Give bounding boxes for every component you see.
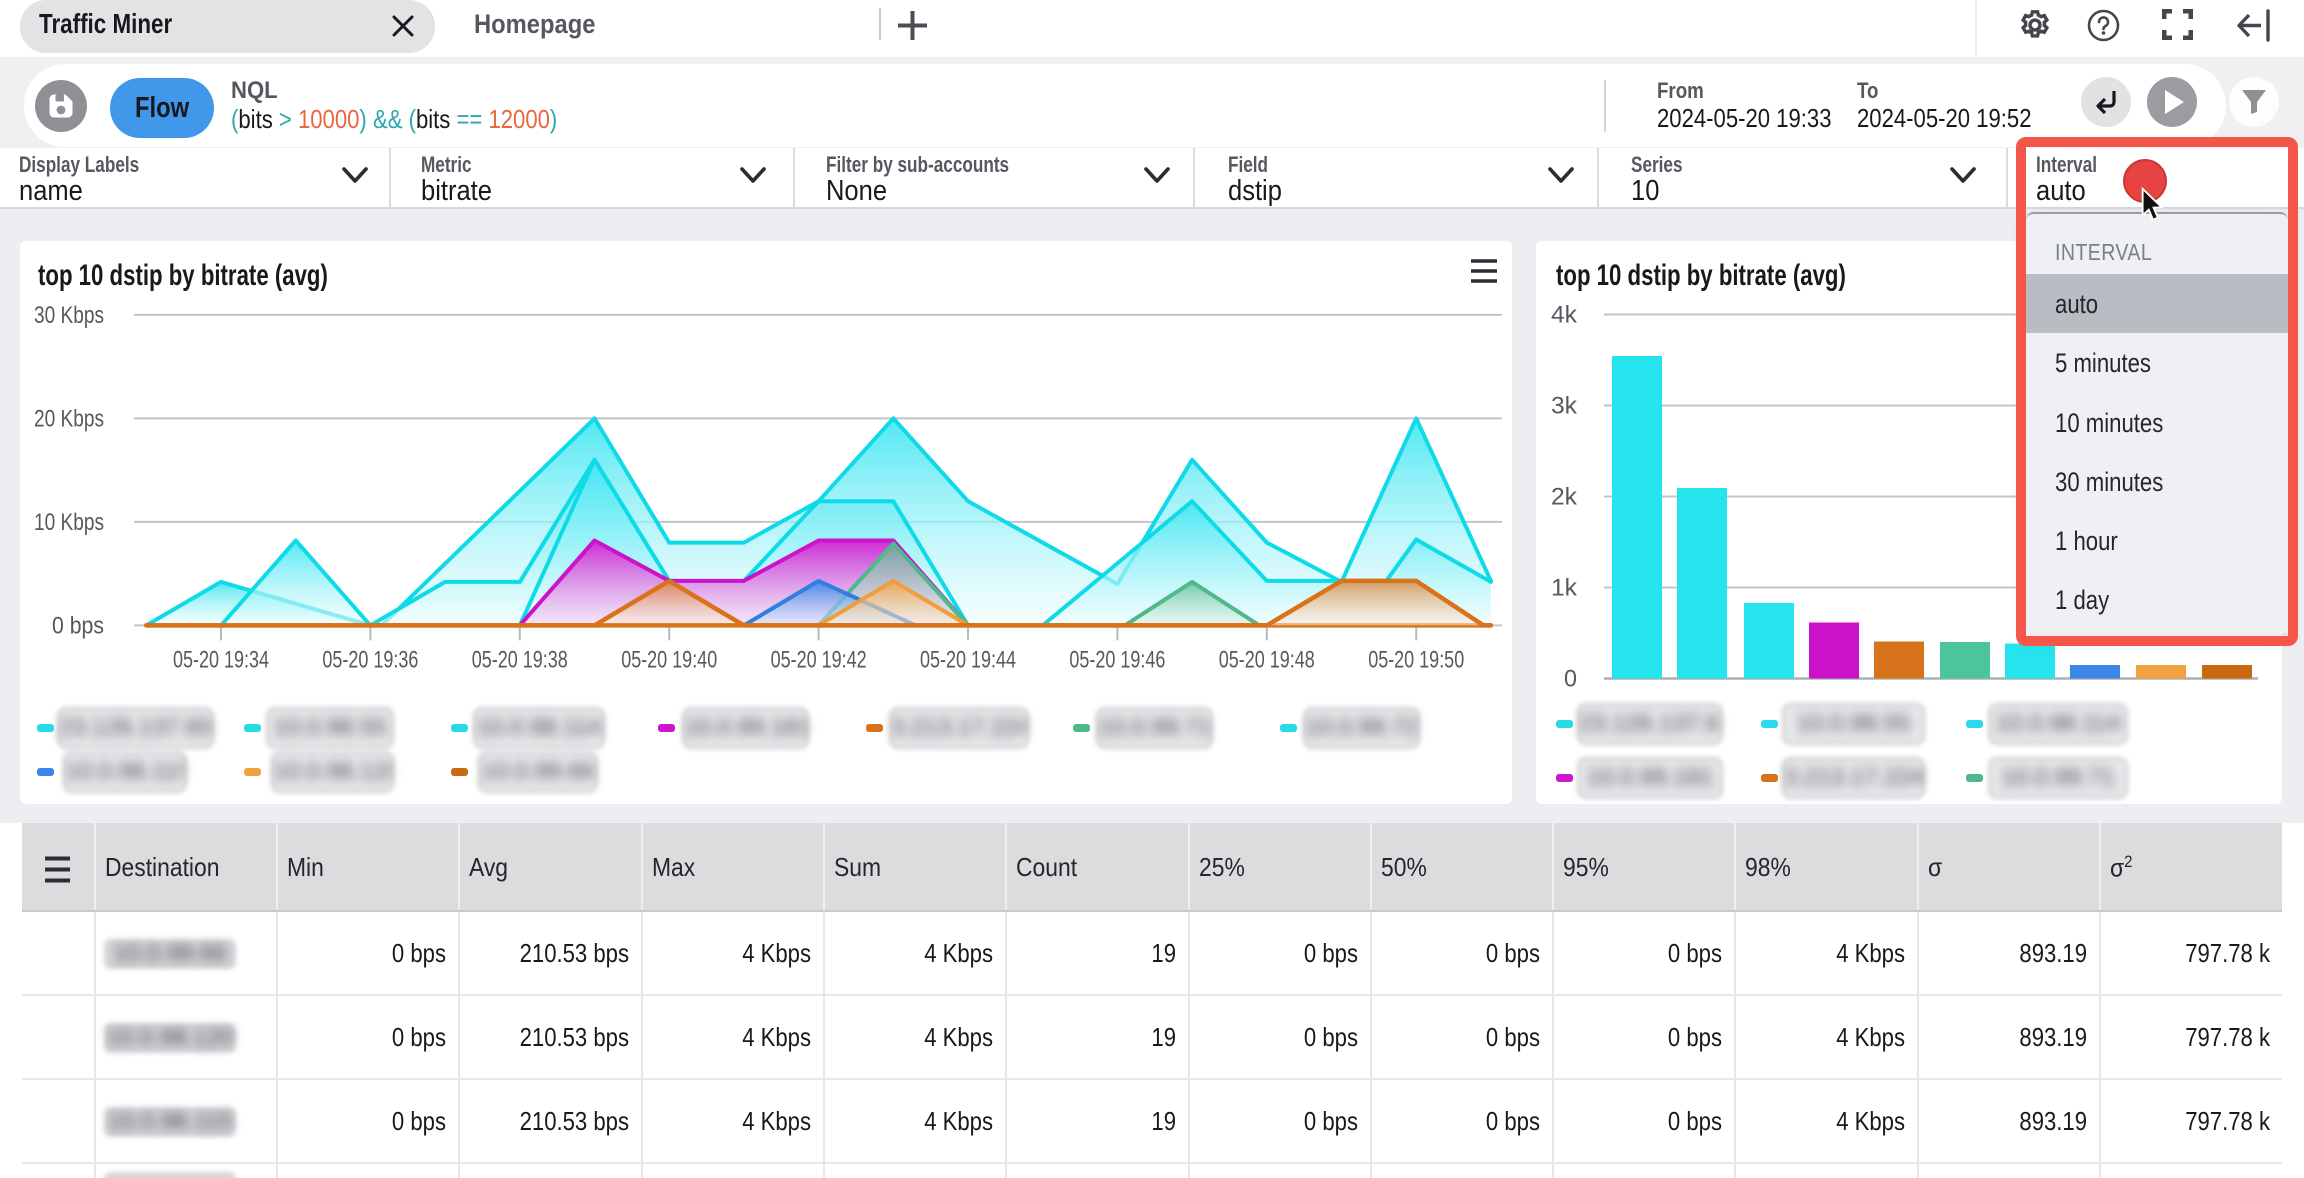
svg-text:05-20 19:42: 05-20 19:42	[771, 646, 867, 673]
svg-text:05-20 19:44: 05-20 19:44	[920, 646, 1016, 673]
svg-text:1k: 1k	[1551, 575, 1578, 602]
svg-text:05-20 19:36: 05-20 19:36	[322, 646, 418, 673]
svg-text:05-20 19:46: 05-20 19:46	[1069, 646, 1165, 673]
svg-text:0 bps: 0 bps	[52, 612, 104, 639]
svg-text:05-20 19:48: 05-20 19:48	[1219, 646, 1315, 673]
svg-text:10 Kbps: 10 Kbps	[34, 509, 104, 536]
svg-text:05-20 19:50: 05-20 19:50	[1368, 646, 1464, 673]
svg-text:05-20 19:38: 05-20 19:38	[472, 646, 568, 673]
svg-text:4k: 4k	[1551, 302, 1578, 329]
svg-text:05-20 19:40: 05-20 19:40	[621, 646, 717, 673]
svg-text:20 Kbps: 20 Kbps	[34, 405, 104, 432]
svg-text:3k: 3k	[1551, 393, 1578, 420]
svg-text:0: 0	[1564, 666, 1577, 693]
svg-text:2k: 2k	[1551, 484, 1578, 511]
svg-text:05-20 19:34: 05-20 19:34	[173, 646, 269, 673]
svg-text:30 Kbps: 30 Kbps	[34, 302, 104, 329]
